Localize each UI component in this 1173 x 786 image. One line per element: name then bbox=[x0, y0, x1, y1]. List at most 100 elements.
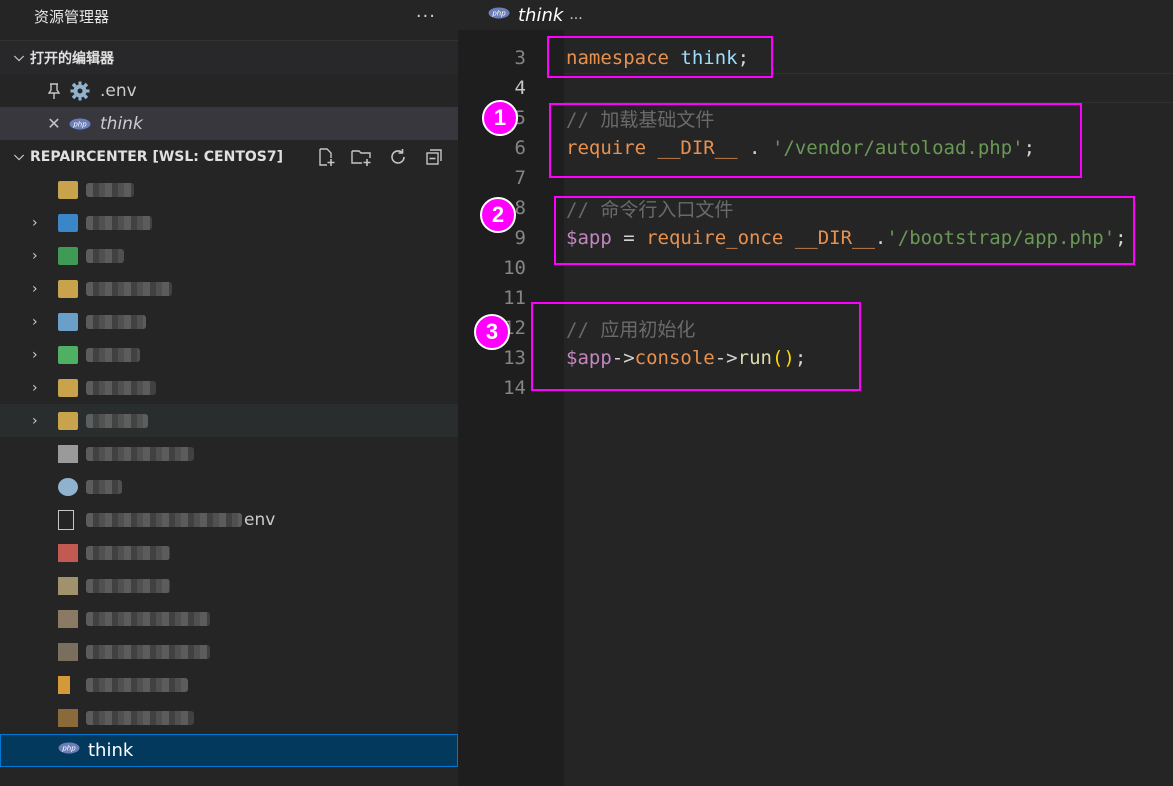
tree-item[interactable]: › bbox=[0, 338, 458, 371]
tree-item[interactable] bbox=[0, 470, 458, 503]
folder-icon bbox=[58, 180, 78, 199]
tree-item[interactable]: › bbox=[0, 206, 458, 239]
open-editors-header[interactable]: ⌵ 打开的编辑器 bbox=[0, 40, 458, 74]
new-folder-icon[interactable] bbox=[350, 145, 374, 169]
obscured-name bbox=[86, 644, 210, 659]
explorer-sidebar: 资源管理器 ··· ⌵ 打开的编辑器 .env ✕ php think ⌵ RE… bbox=[0, 0, 458, 786]
collapse-all-icon[interactable] bbox=[422, 145, 446, 169]
workspace-title: REPAIRCENTER [WSL: CENTOS7] bbox=[30, 148, 284, 165]
chevron-down-icon: ⌵ bbox=[14, 50, 24, 65]
file-icon bbox=[58, 444, 78, 463]
obscured-name bbox=[86, 248, 124, 263]
chevron-right-icon: › bbox=[32, 247, 38, 264]
tree-item-env-file[interactable]: env bbox=[0, 503, 458, 536]
line-number: 6 bbox=[514, 137, 526, 159]
tree-item[interactable] bbox=[0, 173, 458, 206]
chevron-right-icon: › bbox=[32, 346, 38, 363]
obscured-name bbox=[86, 314, 146, 329]
tree-item[interactable]: › bbox=[0, 272, 458, 305]
workspace-header[interactable]: ⌵ REPAIRCENTER [WSL: CENTOS7] bbox=[0, 140, 458, 173]
obscured-name bbox=[86, 710, 194, 725]
tree-item[interactable] bbox=[0, 635, 458, 668]
annotation-badge-2: 2 bbox=[480, 197, 516, 233]
line-number: 13 bbox=[503, 347, 526, 369]
pin-icon[interactable] bbox=[42, 82, 66, 99]
tree-item[interactable]: › bbox=[0, 404, 458, 437]
breadcrumb-file[interactable]: think bbox=[518, 5, 563, 26]
line-number: 4 bbox=[514, 77, 526, 99]
open-editor-env-label: .env bbox=[100, 80, 137, 101]
markdown-icon bbox=[58, 708, 78, 727]
obscured-name bbox=[86, 677, 188, 692]
annotation-box-3 bbox=[531, 302, 861, 391]
line-number: 10 bbox=[503, 257, 526, 279]
chevron-right-icon: › bbox=[32, 313, 38, 330]
editor-pane: php think ... 3 namespace think; 4 5// 加载基础… bbox=[458, 0, 1173, 786]
tree-item[interactable] bbox=[0, 668, 458, 701]
open-editors-label: 打开的编辑器 bbox=[30, 50, 114, 67]
obscured-name bbox=[86, 182, 134, 197]
tree-item[interactable] bbox=[0, 569, 458, 602]
line-number: 3 bbox=[514, 47, 526, 69]
open-editor-think[interactable]: ✕ php think bbox=[0, 107, 458, 140]
explorer-title: 资源管理器 bbox=[34, 7, 110, 26]
php-icon: php bbox=[488, 7, 510, 23]
tree-item[interactable] bbox=[0, 536, 458, 569]
gear-icon bbox=[66, 81, 94, 101]
tree-item-think-label: think bbox=[88, 740, 134, 761]
obscured-name bbox=[86, 347, 140, 362]
open-editor-env[interactable]: .env bbox=[0, 74, 458, 107]
line-number: 7 bbox=[514, 167, 526, 189]
obscured-name bbox=[86, 281, 172, 296]
chevron-right-icon: › bbox=[32, 412, 38, 429]
gear-icon bbox=[58, 477, 78, 496]
tree-item[interactable] bbox=[0, 602, 458, 635]
obscured-name bbox=[86, 380, 156, 395]
folder-icon bbox=[58, 279, 78, 298]
folder-icon bbox=[58, 312, 78, 331]
line-number: 11 bbox=[503, 287, 526, 309]
obscured-name bbox=[86, 413, 148, 428]
obscured-name bbox=[86, 512, 242, 527]
chevron-right-icon: › bbox=[32, 280, 38, 297]
obscured-name bbox=[86, 545, 170, 560]
obscured-name bbox=[86, 578, 170, 593]
annotation-box-1 bbox=[549, 103, 1082, 178]
tree-item[interactable] bbox=[0, 701, 458, 734]
tree-item-think[interactable]: php think bbox=[0, 734, 458, 767]
close-icon[interactable]: ✕ bbox=[42, 114, 66, 133]
tree-item[interactable] bbox=[0, 437, 458, 470]
php-icon: php bbox=[66, 118, 94, 130]
obscured-name bbox=[86, 215, 152, 230]
tree-item[interactable]: › bbox=[0, 371, 458, 404]
obscured-name bbox=[86, 611, 210, 626]
file-icon bbox=[58, 509, 74, 530]
svg-text:php: php bbox=[491, 10, 506, 18]
file-icon bbox=[58, 609, 78, 628]
folder-icon bbox=[58, 213, 78, 232]
obscured-name bbox=[86, 446, 194, 461]
annotation-badge-3: 3 bbox=[474, 314, 510, 350]
chevron-right-icon: › bbox=[32, 214, 38, 231]
file-icon bbox=[58, 642, 78, 661]
new-file-icon[interactable] bbox=[314, 145, 338, 169]
env-suffix: env bbox=[244, 509, 276, 530]
open-editor-think-label: think bbox=[100, 113, 143, 134]
breadcrumb-more[interactable]: ... bbox=[569, 7, 582, 23]
editor-breadcrumb: php think ... bbox=[458, 0, 1173, 30]
line-number: 14 bbox=[503, 377, 526, 399]
annotation-box-namespace bbox=[547, 36, 773, 78]
key-icon bbox=[58, 675, 70, 694]
chevron-right-icon: › bbox=[32, 379, 38, 396]
file-icon bbox=[58, 576, 78, 595]
explorer-title-bar: 资源管理器 ··· bbox=[0, 0, 458, 32]
tree-item[interactable]: › bbox=[0, 239, 458, 272]
php-icon: php bbox=[58, 742, 80, 760]
refresh-icon[interactable] bbox=[386, 145, 410, 169]
annotation-box-2 bbox=[554, 196, 1135, 265]
obscured-name bbox=[86, 479, 122, 494]
folder-icon bbox=[58, 378, 78, 397]
more-actions-icon[interactable]: ··· bbox=[416, 6, 436, 27]
tree-item[interactable]: › bbox=[0, 305, 458, 338]
folder-icon bbox=[58, 246, 78, 265]
